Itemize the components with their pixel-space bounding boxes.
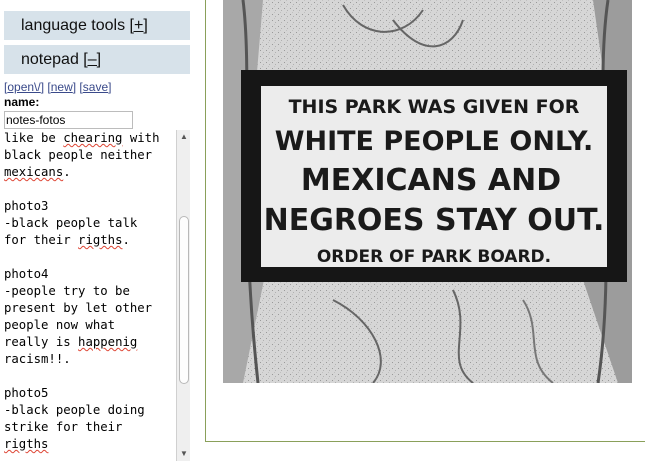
text-fragment: -black people talk bbox=[4, 216, 138, 230]
park-sign-photo-graphic: THIS PARK WAS GIVEN FOR WHITE PEOPLE ONL… bbox=[223, 0, 632, 383]
misspelled-word: rigths bbox=[4, 437, 49, 451]
text-fragment: -people try to be bbox=[4, 284, 130, 298]
text-fragment: . bbox=[63, 165, 71, 179]
notepad-text-line: strike for their bbox=[4, 419, 176, 436]
scroll-up-arrow-icon[interactable]: ▲ bbox=[178, 131, 190, 143]
notepad-text-line: like be chearing with bbox=[4, 130, 176, 147]
sign-line-1: THIS PARK WAS GIVEN FOR bbox=[289, 96, 580, 118]
scroll-thumb[interactable] bbox=[179, 216, 189, 384]
notepad-textarea[interactable]: like be chearing with black people neithe… bbox=[4, 130, 176, 461]
text-fragment: strike for their bbox=[4, 420, 123, 434]
notepad-text-line: -people try to be bbox=[4, 283, 176, 300]
notepad-text-line: rigths bbox=[4, 436, 176, 453]
save-link[interactable]: save bbox=[83, 80, 108, 94]
text-fragment: with bbox=[122, 131, 160, 145]
notepad-scrollbar[interactable]: ▲ ▼ bbox=[176, 130, 190, 461]
text-fragment: present by let other bbox=[4, 301, 153, 315]
note-name-input[interactable] bbox=[4, 111, 133, 129]
sign-line-2: WHITE PEOPLE ONLY. bbox=[275, 126, 594, 157]
notepad-text-line: racism!!. bbox=[4, 351, 176, 368]
scroll-down-arrow-icon[interactable]: ▼ bbox=[178, 448, 190, 460]
text-fragment: racism!!. bbox=[4, 352, 71, 366]
notepad-text-line: for their rigths. bbox=[4, 232, 176, 249]
misspelled-word: happenig bbox=[78, 335, 138, 349]
sign-line-4: NEGROES STAY OUT. bbox=[264, 203, 605, 238]
new-link[interactable]: new bbox=[51, 80, 73, 94]
misspelled-word: rigths bbox=[78, 233, 123, 247]
notepad-header[interactable]: notepad [–] bbox=[4, 45, 190, 74]
text-fragment: . bbox=[122, 233, 130, 247]
notepad-text-line: -black people doing bbox=[4, 402, 176, 419]
notepad-file-links: [open\/] [new] [save] bbox=[4, 80, 112, 94]
notepad-collapse-toggle[interactable]: [–] bbox=[83, 51, 101, 68]
notepad-text-line: black people neither bbox=[4, 147, 176, 164]
text-fragment: photo4 bbox=[4, 267, 49, 281]
sign-line-5: ORDER OF PARK BOARD. bbox=[317, 247, 551, 267]
notepad-text-line: photo5 bbox=[4, 385, 176, 402]
language-tools-expand-toggle[interactable]: [+] bbox=[130, 17, 148, 34]
park-sign-photo: THIS PARK WAS GIVEN FOR WHITE PEOPLE ONL… bbox=[223, 0, 632, 383]
text-fragment: photo3 bbox=[4, 199, 49, 213]
notepad-text-line: mexicans. bbox=[4, 164, 176, 181]
notepad-text-line: really is happenig bbox=[4, 334, 176, 351]
notepad-text-line: present by let other bbox=[4, 300, 176, 317]
text-fragment: -black people doing bbox=[4, 403, 145, 417]
text-fragment: people now what bbox=[4, 318, 116, 332]
text-fragment: like be bbox=[4, 131, 64, 145]
text-fragment: photo5 bbox=[4, 386, 49, 400]
text-fragment: for their bbox=[4, 233, 79, 247]
name-label: name: bbox=[4, 95, 40, 109]
open-link[interactable]: open\/ bbox=[7, 80, 40, 94]
sidebar: language tools [+] notepad [–] [open\/] … bbox=[0, 0, 190, 461]
misspelled-word: chearing bbox=[63, 131, 123, 145]
text-fragment: black people neither bbox=[4, 148, 153, 162]
notepad-label: notepad bbox=[21, 51, 79, 68]
text-fragment: really is bbox=[4, 335, 79, 349]
sign-line-3: MEXICANS AND bbox=[301, 163, 561, 198]
notepad-text-line bbox=[4, 181, 176, 198]
misspelled-word: mexicans bbox=[4, 165, 64, 179]
notepad-text-line: people now what bbox=[4, 317, 176, 334]
notepad-text-line: photo3 bbox=[4, 198, 176, 215]
notepad-text-line: photo4 bbox=[4, 266, 176, 283]
notepad-text-line bbox=[4, 368, 176, 385]
notepad-text-line: -black people talk bbox=[4, 215, 176, 232]
language-tools-label: language tools bbox=[21, 17, 126, 34]
notepad-text-line bbox=[4, 249, 176, 266]
language-tools-header[interactable]: language tools [+] bbox=[4, 11, 190, 40]
